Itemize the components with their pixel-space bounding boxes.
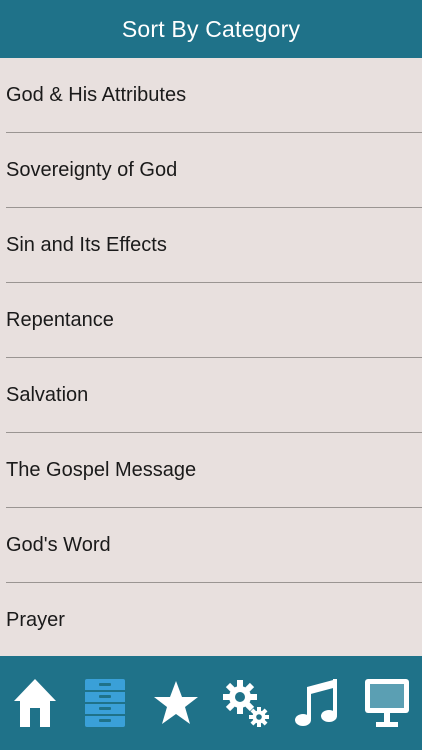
nav-header: Sort By Category — [0, 0, 422, 58]
list-item-label: Sin and Its Effects — [6, 234, 167, 256]
presentation-screen-icon — [364, 679, 409, 727]
list-item[interactable]: God's Word — [0, 508, 422, 583]
list-item-label: God & His Attributes — [6, 84, 187, 106]
list-item-label: God's Word — [6, 534, 111, 556]
list-item[interactable]: Repentance — [0, 283, 422, 358]
filing-cabinet-icon — [85, 679, 126, 727]
list-item[interactable]: Salvation — [0, 358, 422, 433]
list-item-label: Sovereignty of God — [6, 159, 178, 181]
gears-icon — [223, 680, 270, 727]
list-item[interactable]: Sovereignty of God — [0, 133, 422, 208]
list-item-label: Salvation — [6, 384, 89, 406]
tab-settings[interactable] — [218, 673, 274, 733]
tab-home[interactable] — [7, 673, 63, 733]
tab-categories[interactable] — [77, 673, 133, 733]
list-item-label: Prayer — [6, 609, 65, 631]
list-item-label: Repentance — [6, 309, 114, 331]
star-icon — [153, 681, 198, 724]
list-item[interactable]: The Gospel Message — [0, 433, 422, 508]
list-item-label: The Gospel Message — [6, 459, 197, 481]
music-note-icon — [295, 679, 338, 726]
tab-presentation[interactable] — [359, 673, 415, 733]
home-icon — [14, 679, 57, 727]
tab-favorites[interactable] — [148, 673, 204, 733]
list-item[interactable]: God & His Attributes — [0, 58, 422, 133]
list-item[interactable]: Prayer — [0, 583, 422, 656]
tab-music[interactable] — [288, 673, 344, 733]
category-list: God & His Attributes Sovereignty of God … — [0, 58, 422, 656]
page-title: Sort By Category — [121, 15, 301, 42]
list-item[interactable]: Sin and Its Effects — [0, 208, 422, 283]
tab-bar — [0, 656, 422, 750]
